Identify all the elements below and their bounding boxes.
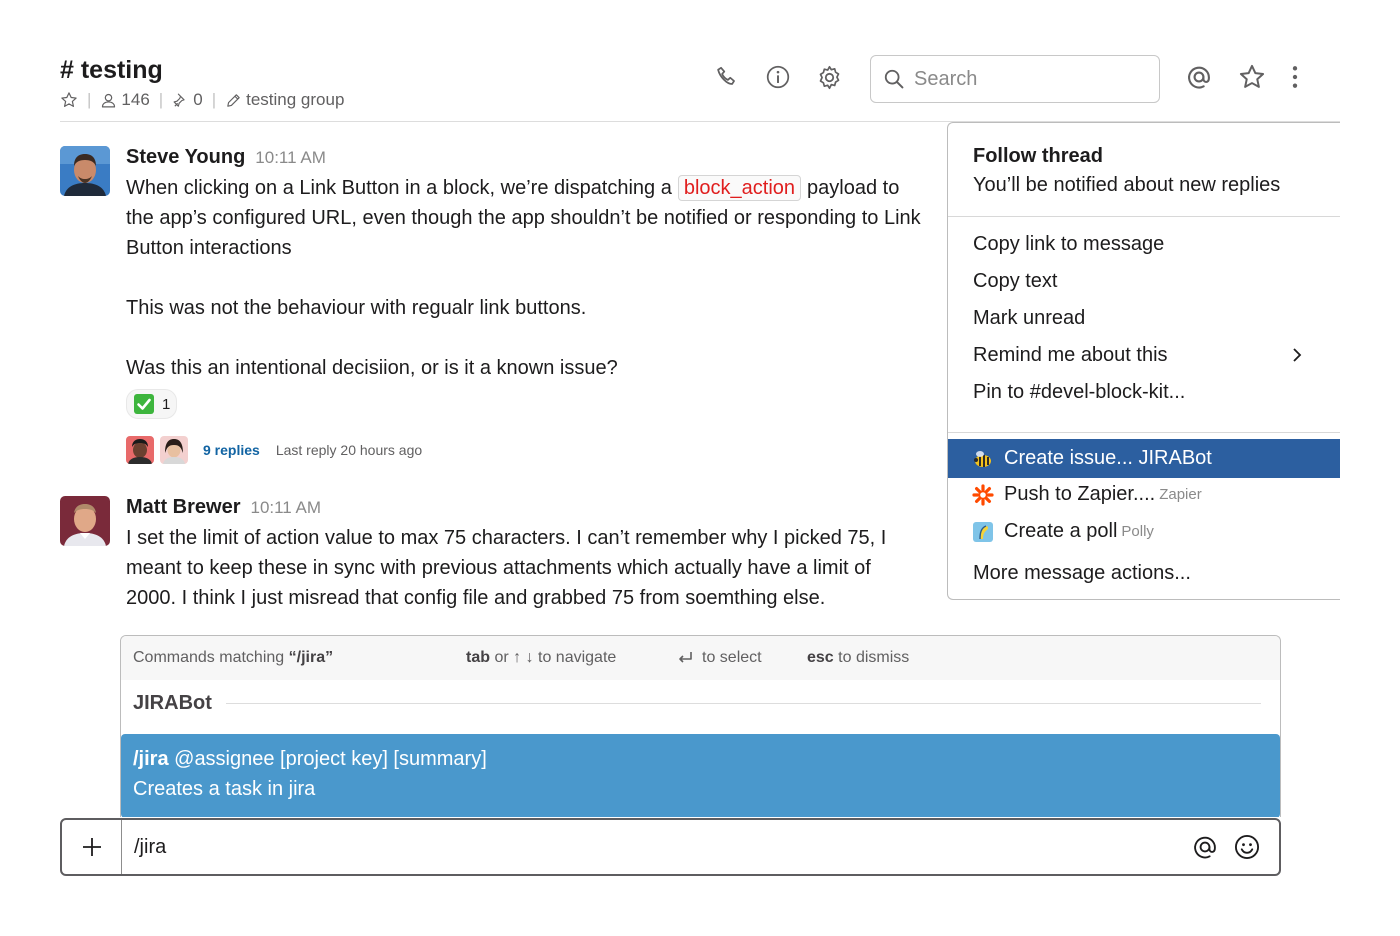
more-vertical-icon[interactable] — [1280, 62, 1310, 92]
command-suggestions-panel: Commands matching “/jira” tab or ↑ ↓ to … — [120, 635, 1281, 817]
search-input[interactable] — [914, 67, 1134, 91]
menu-item-remind-me[interactable]: Remind me about this — [973, 344, 1168, 367]
mention-icon[interactable] — [1191, 833, 1219, 861]
avatar[interactable] — [60, 496, 110, 546]
inline-code: block_action — [677, 175, 802, 201]
pencil-icon — [227, 93, 240, 107]
menu-divider — [948, 216, 1340, 217]
thread-summary[interactable]: 9 replies Last reply 20 hours ago — [126, 436, 926, 464]
info-icon[interactable] — [763, 62, 793, 92]
search-icon — [884, 69, 904, 89]
phone-icon[interactable] — [712, 62, 742, 92]
menu-item-push-to-zapier[interactable]: Push to Zapier.... Zapier — [972, 483, 1202, 506]
message-author[interactable]: Steve Young — [126, 146, 245, 169]
channel-topic[interactable]: testing group — [225, 90, 344, 110]
follow-thread-item[interactable]: Follow thread You’ll be notified about n… — [973, 145, 1280, 197]
command-option-jira[interactable]: /jira @assignee [project key] [summary] … — [121, 734, 1280, 817]
replies-link[interactable]: 9 replies — [203, 442, 260, 458]
command-group-header: JIRABot — [133, 692, 1261, 715]
last-reply-time: Last reply 20 hours ago — [275, 442, 423, 458]
message-actions-menu: Follow thread You’ll be notified about n… — [947, 122, 1340, 600]
command-hint-bar: Commands matching “/jira” tab or ↑ ↓ to … — [121, 636, 1280, 680]
message-timestamp[interactable]: 10:11 AM — [255, 148, 326, 168]
check-mark-emoji-icon — [134, 394, 154, 414]
menu-item-mark-unread[interactable]: Mark unread — [973, 307, 1085, 330]
search-box[interactable] — [870, 55, 1160, 103]
channel-meta: | 146 | 0 | testing group — [60, 90, 344, 110]
menu-item-create-issue-jirabot[interactable]: Create issue... JIRABot — [948, 439, 1340, 478]
star-channel-icon[interactable] — [60, 91, 78, 109]
reaction-count: 1 — [162, 395, 171, 413]
message-text: I set the limit of action value to max 7… — [126, 527, 887, 609]
members-count[interactable]: 146 — [100, 90, 150, 110]
bee-icon — [974, 450, 991, 467]
emoji-icon[interactable] — [1233, 833, 1261, 861]
menu-item-copy-text[interactable]: Copy text — [973, 270, 1057, 293]
message-author[interactable]: Matt Brewer — [126, 496, 240, 519]
member-icon — [102, 93, 116, 107]
channel-header: # testing | 146 | 0 | testing group — [60, 52, 1340, 122]
message-paragraph: This was not the behaviour with regualr … — [126, 297, 587, 319]
menu-item-copy-link[interactable]: Copy link to message — [973, 233, 1164, 256]
message-composer — [60, 818, 1281, 876]
message-timestamp[interactable]: 10:11 AM — [250, 498, 321, 518]
mentions-icon[interactable] — [1184, 62, 1214, 92]
menu-item-pin[interactable]: Pin to #devel-block-kit... — [973, 381, 1185, 404]
chevron-right-icon — [1290, 346, 1304, 369]
message-input[interactable] — [122, 835, 1191, 859]
plus-icon — [82, 838, 101, 856]
reaction-pill[interactable]: 1 — [126, 389, 178, 419]
message-paragraph: Was this an intentional decisiion, or is… — [126, 357, 618, 379]
gear-icon[interactable] — [814, 62, 844, 92]
message-text: When clicking on a Link Button in a bloc… — [126, 173, 926, 383]
channel-title[interactable]: # testing — [60, 56, 163, 85]
star-icon[interactable] — [1237, 62, 1267, 92]
avatar[interactable] — [60, 146, 110, 196]
menu-item-more-actions[interactable]: More message actions... — [973, 562, 1191, 585]
pin-icon — [173, 93, 185, 107]
avatar — [160, 436, 188, 464]
avatar — [126, 436, 154, 464]
zapier-icon — [972, 483, 994, 506]
menu-divider — [948, 432, 1340, 433]
return-key-icon — [679, 652, 692, 663]
attach-plus-button[interactable] — [62, 820, 122, 874]
menu-item-create-poll[interactable]: Create a poll Polly — [972, 520, 1154, 543]
polly-icon — [973, 521, 993, 542]
pinned-count[interactable]: 0 — [172, 90, 203, 110]
